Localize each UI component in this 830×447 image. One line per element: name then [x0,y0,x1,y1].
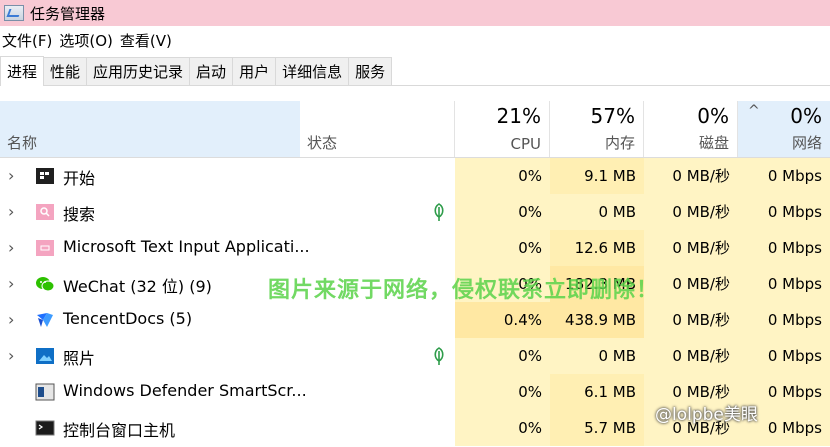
tab-performance[interactable]: 性能 [44,57,88,85]
menu-options[interactable]: 选项(O) [57,30,118,51]
tab-users[interactable]: 用户 [233,57,277,85]
tab-startup[interactable]: 启动 [190,57,234,85]
process-name: 开始 [63,169,96,188]
tab-services[interactable]: 服务 [349,57,393,85]
defender-icon [35,383,55,401]
process-name: TencentDocs (5) [63,309,193,328]
console-icon [35,420,55,436]
chevron-right-icon[interactable]: › [8,240,20,256]
process-name: WeChat (32 位) (9) [63,277,212,296]
column-status-label: 状态 [307,134,338,152]
process-name: 照片 [63,349,96,368]
process-network: 0 Mbps [738,338,830,374]
sort-ascending-icon: ^ [748,103,760,119]
process-disk: 0 MB/秒 [644,302,738,338]
process-name: Microsoft Text Input Applicati... [63,237,310,256]
table-row[interactable]: › 搜索 0% 0 MB 0 MB/秒 0 Mbps [0,194,830,230]
process-memory: 6.1 MB [550,374,644,410]
table-row[interactable]: › Microsoft Text Input Applicati... 0% 1… [0,230,830,266]
disk-label: 磁盘 [698,134,729,152]
process-disk: 0 MB/秒 [644,338,738,374]
cpu-label: CPU [510,135,542,153]
network-label: 网络 [791,134,822,152]
table-row[interactable]: › 开始 0% 9.1 MB 0 MB/秒 0 Mbps [0,158,830,194]
menu-view[interactable]: 查看(V) [118,30,177,51]
table-row[interactable]: › 照片 0% 0 MB 0 MB/秒 0 Mbps [0,338,830,374]
leaf-icon [434,347,444,365]
process-cpu: 0% [455,374,550,410]
process-name: 控制台窗口主机 [63,421,176,440]
process-cpu: 0% [455,338,550,374]
process-cpu: 0% [455,410,550,446]
text-input-icon [36,240,54,256]
process-name: 搜索 [63,205,96,224]
tencentdocs-icon [37,313,53,327]
wechat-icon [36,277,55,292]
process-network: 0 Mbps [738,266,830,302]
process-memory: 438.9 MB [550,302,644,338]
memory-total: 57% [590,104,635,128]
chevron-right-icon[interactable]: › [8,168,20,184]
column-header-memory[interactable]: 57% 内存 [550,101,644,157]
process-network: 0 Mbps [738,230,830,266]
process-cpu: 0% [455,230,550,266]
process-name: Windows Defender SmartScr... [63,381,307,400]
process-memory: 0 MB [550,194,644,230]
title-bar: 任务管理器 [0,0,830,26]
process-disk: 0 MB/秒 [644,194,738,230]
process-disk: 0 MB/秒 [644,230,738,266]
column-header-name[interactable]: 名称 [0,101,300,157]
start-icon [36,168,54,184]
chevron-right-icon[interactable]: › [8,276,20,292]
process-network: 0 Mbps [738,158,830,194]
credit-text: @lolpbe美眼 [655,405,758,425]
process-memory: 12.6 MB [550,230,644,266]
column-header-cpu[interactable]: 21% CPU [455,101,550,157]
menu-bar: 文件(F) 选项(O) 查看(V) [0,27,830,53]
process-cpu: 0% [455,158,550,194]
column-header-network[interactable]: ^ 0% 网络 [738,101,830,157]
window-title: 任务管理器 [30,4,106,23]
cpu-total: 21% [496,104,541,128]
process-network: 0 Mbps [738,302,830,338]
memory-label: 内存 [604,134,635,152]
watermark-text: 图片来源于网络，侵权联系立即删除！ [268,278,660,303]
task-manager-app-icon [4,5,24,21]
tab-details[interactable]: 详细信息 [276,57,350,85]
process-cpu: 0.4% [455,302,550,338]
table-row[interactable]: › TencentDocs (5) 0.4% 438.9 MB 0 MB/秒 0… [0,302,830,338]
chevron-right-icon[interactable]: › [8,312,20,328]
search-icon [36,204,54,220]
tab-app-history[interactable]: 应用历史记录 [87,57,191,85]
process-memory: 5.7 MB [550,410,644,446]
process-memory: 9.1 MB [550,158,644,194]
chevron-right-icon[interactable]: › [8,204,20,220]
leaf-icon [434,203,444,221]
column-name-label: 名称 [7,134,38,152]
menu-file[interactable]: 文件(F) [0,30,57,51]
column-header-disk[interactable]: 0% 磁盘 [644,101,738,157]
process-memory: 0 MB [550,338,644,374]
process-cpu: 0% [455,194,550,230]
column-header-status[interactable]: 状态 [300,101,455,157]
disk-total: 0% [697,104,729,128]
tab-processes[interactable]: 进程 [0,56,45,86]
photos-icon [36,348,54,364]
chevron-right-icon[interactable]: › [8,348,20,364]
tab-bar: 进程 性能 应用历史记录 启动 用户 详细信息 服务 [0,56,830,86]
process-network: 0 Mbps [738,194,830,230]
process-disk: 0 MB/秒 [644,158,738,194]
network-total: 0% [790,104,822,128]
